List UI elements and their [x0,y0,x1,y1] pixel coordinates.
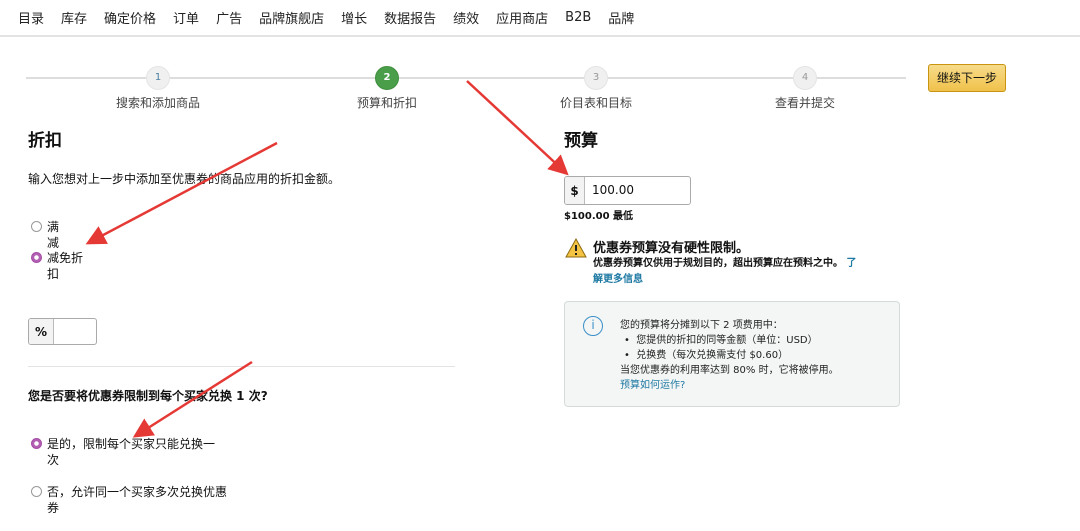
info-intro: 您的预算将分摊到以下 2 项费用中： [620,320,783,331]
option-label: 减免折 [47,251,84,265]
budget-info-box: i 您的预算将分摊到以下 2 项费用中： • 您提供的折扣的同等金额（单位：US… [564,301,900,407]
percent-input-group: % [28,318,97,345]
nav-brands[interactable]: 品牌 [608,8,634,27]
step-number: 3 [584,66,608,90]
step-label: 搜索和添加商品 [115,96,200,110]
option-label: 券 [47,501,60,515]
budget-title: 预算 [564,131,598,151]
discount-title: 折扣 [28,131,62,151]
budget-minimum: $100.00 最低 [564,211,634,222]
nav-inventory[interactable]: 库存 [61,8,87,27]
budget-input[interactable]: 100.00 [585,177,690,204]
warning-body: 优惠券预算仅供用于规划目的，超出预算应在预料之中。 [593,258,843,269]
step-label: 价目表和目标 [559,96,632,110]
step-3: 3 价目表和目标 [516,66,676,111]
step-number: 2 [375,66,399,90]
radio-button[interactable] [31,221,42,232]
radio-percent-off[interactable]: 减免折扣 [31,250,83,282]
radio-button[interactable] [31,438,42,449]
how-budget-works-link[interactable]: 预算如何运作? [620,378,839,393]
info-note: 当您优惠券的利用率达到 80% 时，它将被停用。 [620,365,839,376]
step-label: 查看并提交 [774,96,835,110]
step-label: 预算和折扣 [356,96,417,110]
link-text: 了 [846,258,857,269]
option-label: 扣 [47,267,60,281]
step-number: 4 [793,66,817,90]
nav-appstore[interactable]: 应用商店 [496,8,548,27]
nav-pricing[interactable]: 确定价格 [104,8,156,27]
info-icon: i [583,316,603,336]
percent-symbol: % [29,319,54,344]
nav-reports[interactable]: 数据报告 [384,8,436,27]
link-text: 解更多信息 [593,274,643,285]
budget-input-group: $ 100.00 [564,176,691,205]
option-label: 减 [47,236,60,250]
percent-input[interactable] [54,319,96,344]
radio-button[interactable] [31,252,42,263]
radio-limit-yes[interactable]: 是的，限制每个买家只能兑换一次 [31,436,215,468]
nav-orders[interactable]: 订单 [173,8,199,27]
warning-text: 优惠券预算仅供用于规划目的，超出预算应在预料之中。 了解更多信息 [593,256,873,288]
step-1: 1 搜索和添加商品 [78,66,238,111]
step-number: 1 [146,66,170,90]
radio-limit-no[interactable]: 否，允许同一个买家多次兑换优惠券 [31,484,227,516]
nav-stores[interactable]: 品牌旗舰店 [259,8,324,27]
nav-catalog[interactable]: 目录 [18,8,44,27]
nav-b2b[interactable]: B2B [565,10,591,25]
warning-icon [565,238,587,258]
option-label: 否，允许同一个买家多次兑换优惠 [47,485,228,499]
radio-amount-off[interactable]: 满减 [31,219,59,251]
option-label: 是的，限制每个买家只能兑换一 [47,437,216,451]
arrow-to-discount [85,141,278,245]
option-label: 次 [47,453,60,467]
divider [28,366,455,367]
nav-growth[interactable]: 增长 [341,8,367,27]
info-item: • 您提供的折扣的同等金额（单位：USD） [624,335,818,346]
nav-performance[interactable]: 绩效 [453,8,479,27]
currency-symbol: $ [565,177,585,204]
info-item-text: 您提供的折扣的同等金额（单位：USD） [636,335,818,346]
continue-button[interactable]: 继续下一步 [928,64,1006,92]
warning-title: 优惠券预算没有硬性限制。 [593,241,750,256]
step-2: 2 预算和折扣 [307,66,467,111]
limit-question: 您是否要将优惠券限制到每个买家兑换 1 次? [28,389,268,403]
nav-advertising[interactable]: 广告 [216,8,242,27]
option-label: 满 [47,220,60,234]
info-item-text: 兑换费（每次兑换需支付 $0.60） [636,350,789,361]
top-nav: 目录 库存 确定价格 订单 广告 品牌旗舰店 增长 数据报告 绩效 应用商店 B… [0,0,1080,37]
info-item: • 兑换费（每次兑换需支付 $0.60） [624,350,789,361]
radio-button[interactable] [31,486,42,497]
discount-description: 输入您想对上一步中添加至优惠券的商品应用的折扣金额。 [28,172,341,186]
step-4: 4 查看并提交 [725,66,885,111]
